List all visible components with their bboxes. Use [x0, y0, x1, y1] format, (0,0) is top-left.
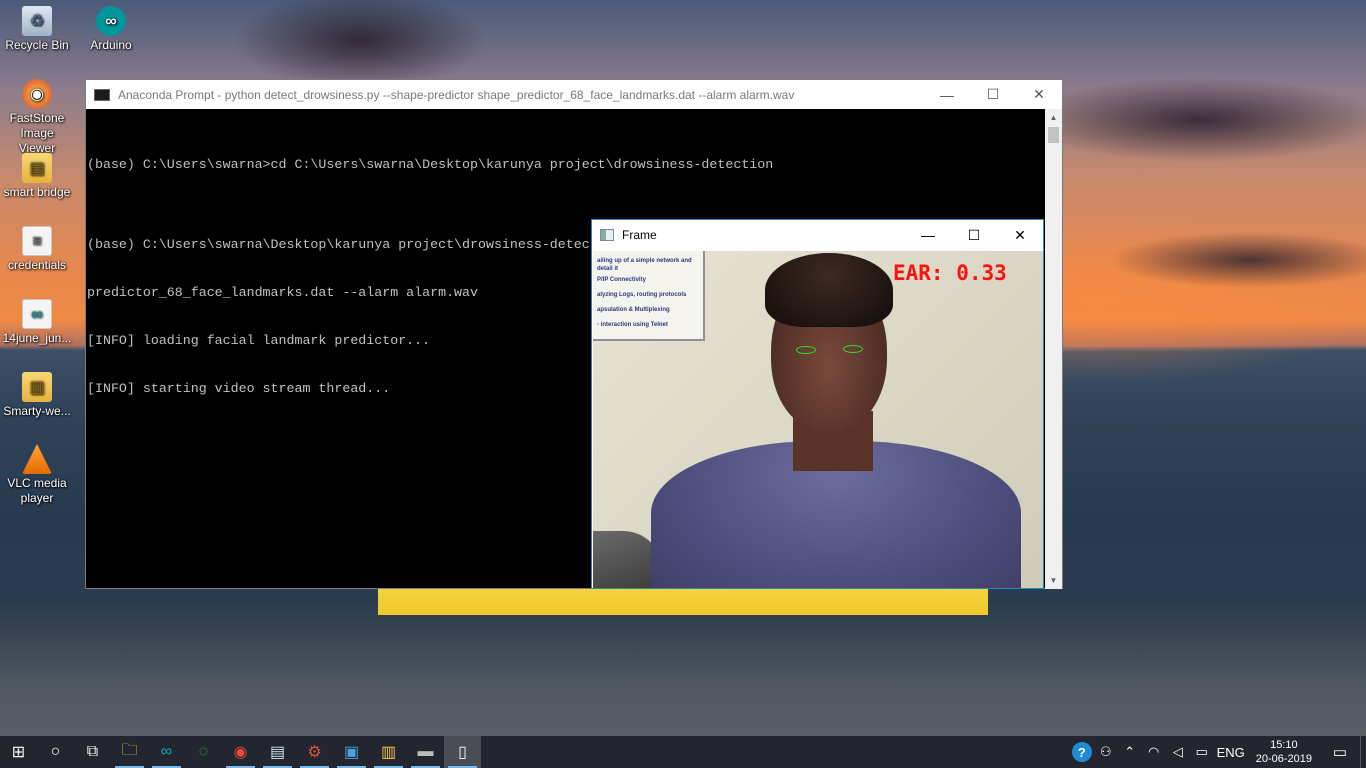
- loading-app-button[interactable]: ◌: [185, 736, 222, 768]
- people-icon[interactable]: ⚇: [1094, 736, 1118, 768]
- taskbar: ⊞ ○ ⧉ 🗀 ∞ ◌ ◉ ▤ ⚙ ▣ ▥ ▬ ▯ ? ⚇ ⌃ ◠ ◁ ▭ EN…: [0, 736, 1366, 768]
- ear-readout: EAR: 0.33: [893, 261, 1007, 285]
- frame-titlebar[interactable]: Frame — ☐ ✕: [592, 220, 1043, 250]
- notepad-button[interactable]: ▤: [259, 736, 296, 768]
- poster-line: - interaction using Telnet: [597, 322, 668, 328]
- id-app-button[interactable]: ▣: [333, 736, 370, 768]
- language-indicator[interactable]: ENG: [1214, 736, 1248, 768]
- terminal-icon: ▬: [417, 743, 434, 760]
- windows-icon: ⊞: [11, 744, 26, 761]
- system-tray: ? ⚇ ⌃ ◠ ◁ ▭ ENG 15:10 20-06-2019 ▭: [1070, 736, 1366, 768]
- chevron-up-icon[interactable]: ⌃: [1118, 736, 1142, 768]
- desktop-icon-recycle-bin[interactable]: ♻ Recycle Bin: [1, 6, 73, 53]
- person-hair: [765, 253, 893, 327]
- desktop-icon-label: credentials: [7, 258, 67, 272]
- desktop-icon-label: Recycle Bin: [5, 38, 69, 52]
- frame-window[interactable]: Frame — ☐ ✕ ailing up of a simple networ…: [591, 219, 1044, 589]
- desktop-icon-faststone[interactable]: ◉ FastStone Image Viewer: [1, 79, 73, 156]
- desktop-icon-smart-bridge[interactable]: ▤ smart bridge: [1, 153, 73, 200]
- desktop-icon-label: smart bridge: [3, 185, 71, 199]
- frame-minimize-button[interactable]: —: [905, 221, 951, 250]
- arduino-file-icon: ∞: [22, 299, 52, 329]
- desktop-icon-arduino[interactable]: ∞ Arduino: [75, 6, 147, 53]
- sticky-note[interactable]: [378, 585, 988, 615]
- desktop-icon-vlc[interactable]: VLC media player: [1, 444, 73, 506]
- desktop-icon-label: VLC media player: [7, 476, 67, 505]
- file-icon: ▤: [22, 153, 52, 183]
- scroll-up-arrow-icon[interactable]: ▲: [1045, 109, 1062, 126]
- faststone-icon: ◉: [22, 79, 52, 109]
- volume-icon[interactable]: ◁: [1166, 736, 1190, 768]
- cortana-button[interactable]: ○: [37, 736, 74, 768]
- frame-app-button[interactable]: ▯: [444, 736, 481, 768]
- left-eye-landmark-contour: [796, 346, 816, 354]
- console-minimize-button[interactable]: —: [924, 80, 970, 109]
- wall-poster: ailing up of a simple network and detail…: [593, 251, 705, 341]
- task-view-icon: ⧉: [86, 743, 99, 760]
- webcam-video-feed: ailing up of a simple network and detail…: [593, 251, 1043, 588]
- file-icon: ≡: [22, 226, 52, 256]
- desktop-icon-label: Arduino: [90, 38, 132, 52]
- frame-close-button[interactable]: ✕: [997, 221, 1043, 250]
- recycle-bin-icon: ♻: [22, 6, 52, 36]
- poster-line: P/IP Connectivity: [597, 277, 646, 283]
- frame-app-icon: [600, 229, 614, 241]
- show-desktop-button[interactable]: [1360, 736, 1366, 768]
- desktop-icon-14june[interactable]: ∞ 14june_jun...: [1, 299, 73, 346]
- settings-gear-button[interactable]: ⚙: [296, 736, 333, 768]
- poster-line: detail it: [597, 266, 619, 272]
- chrome-button[interactable]: ◉: [222, 736, 259, 768]
- notepad-icon: ▤: [269, 744, 286, 761]
- console-app-icon: [94, 88, 110, 101]
- poster-line: apsulation & Multiplexing: [597, 307, 670, 313]
- desktop-icon-credentials[interactable]: ≡ credentials: [1, 226, 73, 273]
- desktop-icon-smarty[interactable]: ▥ Smarty-we...: [1, 372, 73, 419]
- console-titlebar[interactable]: Anaconda Prompt - python detect_drowsine…: [86, 80, 1062, 109]
- start-button[interactable]: ⊞: [0, 736, 37, 768]
- clock-date: 20-06-2019: [1255, 753, 1312, 765]
- console-scrollbar[interactable]: ▲ ▼: [1045, 109, 1062, 589]
- vlc-icon: [22, 444, 52, 474]
- wifi-icon[interactable]: ◠: [1142, 736, 1166, 768]
- gear-icon: ⚙: [307, 744, 322, 761]
- console-maximize-button[interactable]: ☐: [970, 80, 1016, 109]
- battery-icon[interactable]: ▭: [1190, 736, 1214, 768]
- console-title: Anaconda Prompt - python detect_drowsine…: [118, 87, 795, 102]
- terminal-button[interactable]: ▬: [407, 736, 444, 768]
- arduino-taskbar-button[interactable]: ∞: [148, 736, 185, 768]
- spinner-icon: ◌: [198, 743, 209, 760]
- console-close-button[interactable]: ✕: [1016, 80, 1062, 109]
- clock[interactable]: 15:10 20-06-2019: [1248, 738, 1320, 766]
- clock-time: 15:10: [1270, 739, 1298, 751]
- chrome-icon: ◉: [233, 744, 248, 761]
- arduino-icon: ∞: [96, 6, 126, 36]
- desktop-icon-label: Smarty-we...: [3, 404, 71, 418]
- help-icon[interactable]: ?: [1070, 736, 1094, 768]
- desktop-icon-label: FastStone Image Viewer: [9, 111, 65, 155]
- task-view-button[interactable]: ⧉: [74, 736, 111, 768]
- poster-line: alyzing Logs, routing protocols: [597, 292, 687, 298]
- scroll-down-arrow-icon[interactable]: ▼: [1045, 572, 1062, 589]
- folder-icon: 🗀: [121, 741, 138, 759]
- poster-line: ailing up of a simple network and: [597, 258, 692, 264]
- cortana-circle-icon: ○: [50, 743, 61, 760]
- frame-title: Frame: [622, 228, 657, 242]
- scroll-thumb[interactable]: [1048, 127, 1059, 143]
- desktop-icon-label: 14june_jun...: [2, 331, 72, 345]
- id-card-icon: ▣: [343, 744, 360, 761]
- console-line: (base) C:\Users\swarna>cd C:\Users\swarn…: [87, 157, 774, 172]
- file-app-button[interactable]: ▥: [370, 736, 407, 768]
- file-explorer-button[interactable]: 🗀: [111, 736, 148, 768]
- blank-document-icon: ▯: [458, 744, 467, 761]
- file-icon: ▥: [380, 744, 397, 761]
- frame-maximize-button[interactable]: ☐: [951, 221, 997, 250]
- action-center-icon[interactable]: ▭: [1320, 736, 1360, 768]
- arduino-icon: ∞: [160, 743, 173, 760]
- right-eye-landmark-contour: [843, 345, 863, 353]
- folder-file-icon: ▥: [22, 372, 52, 402]
